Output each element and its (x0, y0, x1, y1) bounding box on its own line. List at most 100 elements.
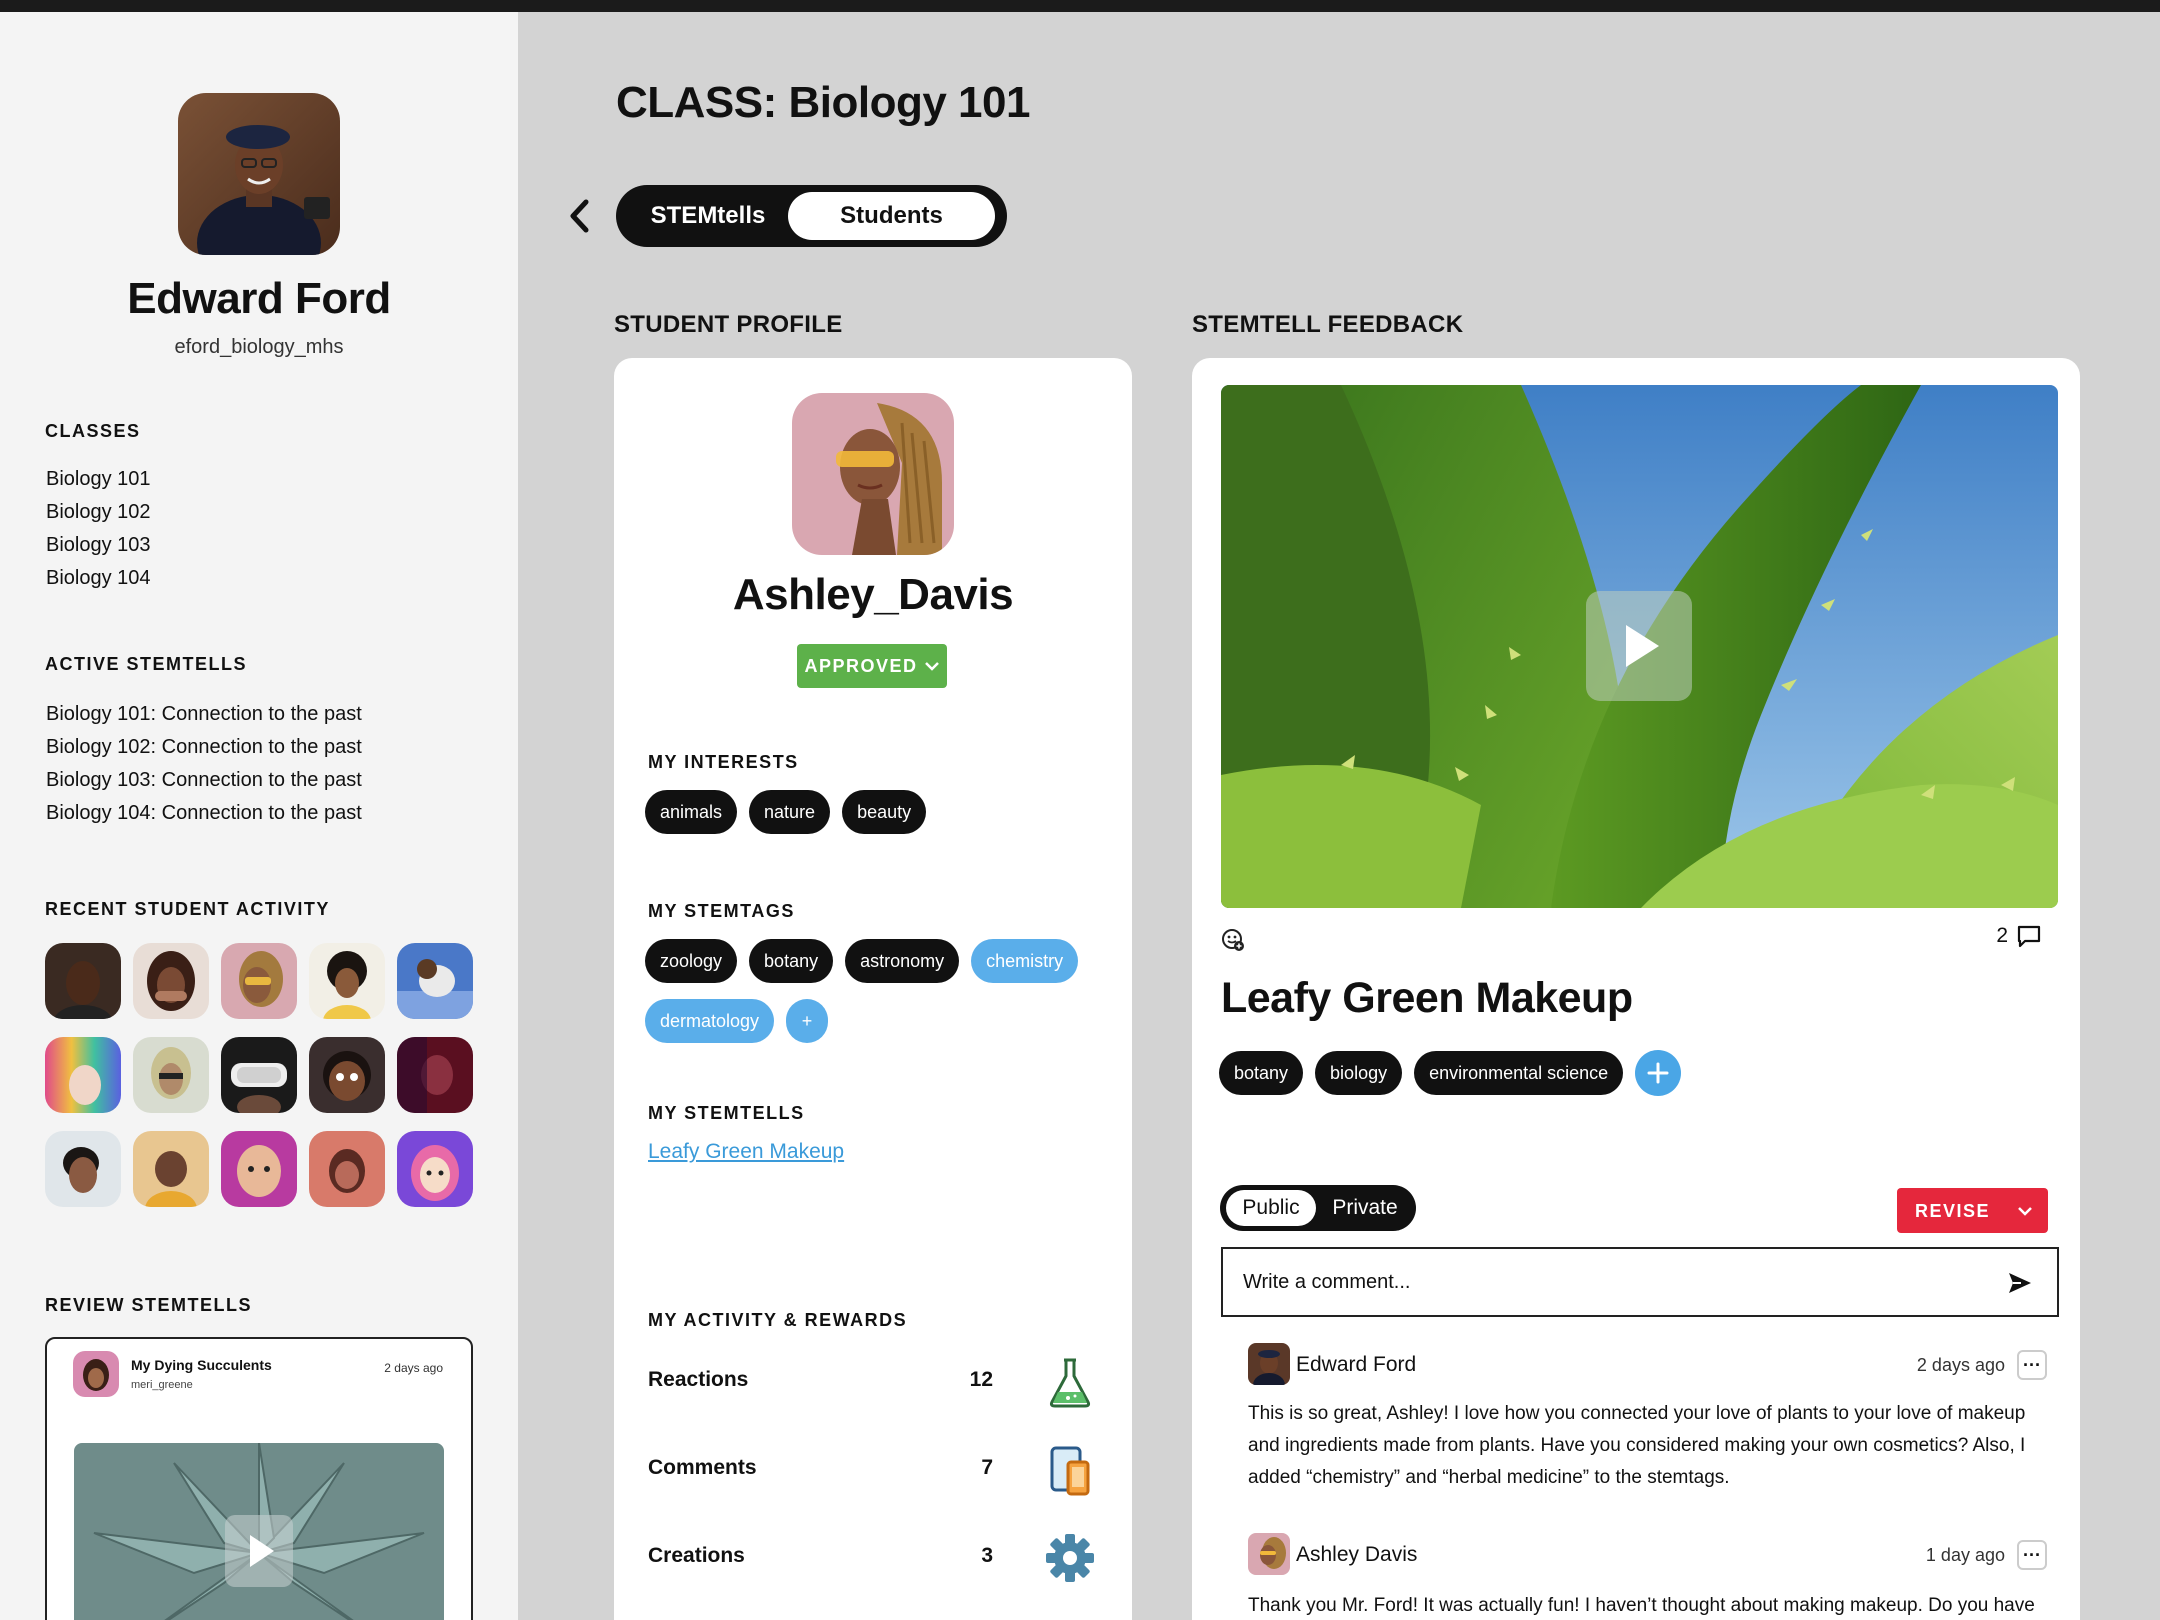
comment-count[interactable]: 2 (1996, 924, 2042, 948)
stemtell-video[interactable] (1221, 385, 2058, 908)
stemtell-tag-chip[interactable]: biology (1315, 1051, 1403, 1095)
review-title: My Dying Succulents (131, 1357, 272, 1373)
active-stemtell-link[interactable]: Biology 104: Connection to the past (46, 797, 362, 830)
teacher-handle: eford_biology_mhs (174, 336, 344, 358)
comment-line: added “chemistry” and “herbal medicine” … (1248, 1467, 1730, 1488)
active-stemtell-link[interactable]: Biology 103: Connection to the past (46, 764, 362, 797)
student-avatar[interactable] (309, 943, 385, 1019)
stemtag-chip-added[interactable]: dermatology (645, 999, 775, 1043)
stemtell-tag-chip[interactable]: environmental science (1414, 1051, 1624, 1095)
reward-row-reactions: Reactions 12 (648, 1354, 1098, 1414)
stemtell-tags: botany biology environmental science (1219, 1050, 1682, 1096)
visibility-public[interactable]: Public (1226, 1190, 1316, 1226)
comment-icon (2017, 925, 2041, 948)
recent-activity-heading: RECENT STUDENT ACTIVITY (45, 899, 330, 919)
review-author: meri_greene (131, 1379, 193, 1391)
chevron-down-icon (924, 662, 939, 671)
class-link[interactable]: Biology 104 (46, 562, 151, 595)
student-avatar[interactable] (133, 1131, 209, 1207)
reward-value: 7 (981, 1456, 993, 1479)
class-link[interactable]: Biology 102 (46, 496, 151, 529)
tab-students[interactable]: Students (788, 192, 995, 240)
plus-icon (1647, 1062, 1669, 1084)
active-stemtell-link[interactable]: Biology 101: Connection to the past (46, 698, 362, 731)
classes-list: Biology 101 Biology 102 Biology 103 Biol… (46, 463, 151, 595)
status-dropdown[interactable]: APPROVED (797, 644, 947, 688)
comment-author-avatar (1248, 1343, 1290, 1385)
reward-label: Creations (648, 1544, 745, 1567)
interest-chip[interactable]: animals (645, 790, 738, 834)
active-stemtells-heading: ACTIVE STEMTELLS (45, 654, 248, 674)
revise-dropdown-button[interactable]: REVISE (1897, 1188, 2048, 1233)
class-link[interactable]: Biology 101 (46, 463, 151, 496)
interest-chip[interactable]: beauty (842, 790, 927, 834)
reward-label: Reactions (648, 1368, 749, 1391)
student-profile-card: Ashley_Davis APPROVED MY INTERESTS anima… (614, 358, 1132, 1620)
review-time: 2 days ago (384, 1361, 443, 1375)
student-name: Ashley_Davis (732, 570, 1014, 619)
reward-value: 3 (981, 1544, 993, 1567)
comment-input[interactable] (1221, 1247, 2059, 1317)
visibility-private[interactable]: Private (1320, 1190, 1410, 1226)
stemtag-chip-added[interactable]: chemistry (971, 939, 1079, 983)
interests-chips: animals nature beauty (645, 790, 927, 834)
rewards-heading: MY ACTIVITY & REWARDS (648, 1310, 908, 1330)
stemtell-link[interactable]: Leafy Green Makeup (648, 1140, 844, 1164)
add-tag-button[interactable] (1635, 1050, 1682, 1096)
class-link[interactable]: Biology 103 (46, 529, 151, 562)
stemtells-heading: MY STEMTELLS (648, 1103, 805, 1123)
student-profile-heading: STUDENT PROFILE (614, 311, 843, 338)
comment-author: Ashley Davis (1296, 1543, 1418, 1566)
student-avatar[interactable] (45, 1037, 121, 1113)
student-avatar[interactable] (45, 943, 121, 1019)
student-avatar[interactable] (133, 1037, 209, 1113)
student-avatar[interactable] (397, 1037, 473, 1113)
flask-icon (1049, 1358, 1091, 1408)
tab-stemtells[interactable]: STEMtells (628, 192, 788, 240)
tablet-phone-icon (1050, 1446, 1090, 1496)
student-avatar[interactable] (221, 943, 297, 1019)
student-avatar[interactable] (397, 943, 473, 1019)
gear-icon (1046, 1534, 1094, 1582)
comment-more-button[interactable]: ··· (2017, 1540, 2047, 1570)
view-toggle: STEMtells Students (616, 185, 1007, 247)
teacher-avatar[interactable] (178, 93, 340, 255)
comment-more-button[interactable]: ··· (2017, 1350, 2047, 1380)
back-chevron-icon[interactable] (561, 194, 597, 238)
stemtell-tag-chip[interactable]: botany (1219, 1051, 1304, 1095)
student-avatar[interactable] (309, 1131, 385, 1207)
reward-value: 12 (969, 1368, 993, 1391)
student-avatar[interactable] (221, 1037, 297, 1113)
student-avatar[interactable] (45, 1131, 121, 1207)
window-top-bar (0, 0, 2160, 12)
stemtags-chips: zoology botany astronomy chemistry derma… (645, 939, 1105, 1043)
recent-activity-grid (45, 943, 473, 1207)
stemtell-title: Leafy Green Makeup (1221, 974, 1633, 1022)
stemtag-chip[interactable]: astronomy (845, 939, 960, 983)
stemtag-chip[interactable]: zoology (645, 939, 738, 983)
interest-chip[interactable]: nature (749, 790, 831, 834)
comment-author-avatar (1248, 1533, 1290, 1575)
reward-row-creations: Creations 3 (648, 1530, 1098, 1590)
stemtag-chip[interactable]: botany (749, 939, 834, 983)
student-avatar[interactable] (397, 1131, 473, 1207)
student-avatar[interactable] (309, 1037, 385, 1113)
revise-label: REVISE (1915, 1201, 1991, 1221)
visibility-toggle: Public Private (1220, 1185, 1416, 1231)
student-avatar[interactable] (221, 1131, 297, 1207)
send-icon[interactable] (2006, 1269, 2034, 1297)
student-avatar[interactable] (133, 943, 209, 1019)
comment-line: This is so great, Ashley! I love how you… (1248, 1403, 2026, 1424)
add-reaction-icon[interactable] (1221, 928, 1245, 952)
comment-line: Thank you Mr. Ford! It was actually fun!… (1248, 1595, 2035, 1616)
review-stemtells-heading: REVIEW STEMTELLS (45, 1295, 253, 1315)
active-stemtells-list: Biology 101: Connection to the past Biol… (46, 698, 362, 830)
stemtell-feedback-heading: STEMTELL FEEDBACK (1192, 311, 1464, 338)
stemtell-feedback-card: 2 Leafy Green Makeup botany biology envi… (1192, 358, 2080, 1620)
review-stemtell-card[interactable]: My Dying Succulents meri_greene 2 days a… (45, 1337, 473, 1620)
active-stemtell-link[interactable]: Biology 102: Connection to the past (46, 731, 362, 764)
teacher-name: Edward Ford (127, 274, 391, 323)
review-video-thumbnail[interactable] (74, 1443, 444, 1620)
reward-label: Comments (648, 1456, 757, 1479)
add-stemtag-button[interactable]: + (786, 999, 829, 1043)
